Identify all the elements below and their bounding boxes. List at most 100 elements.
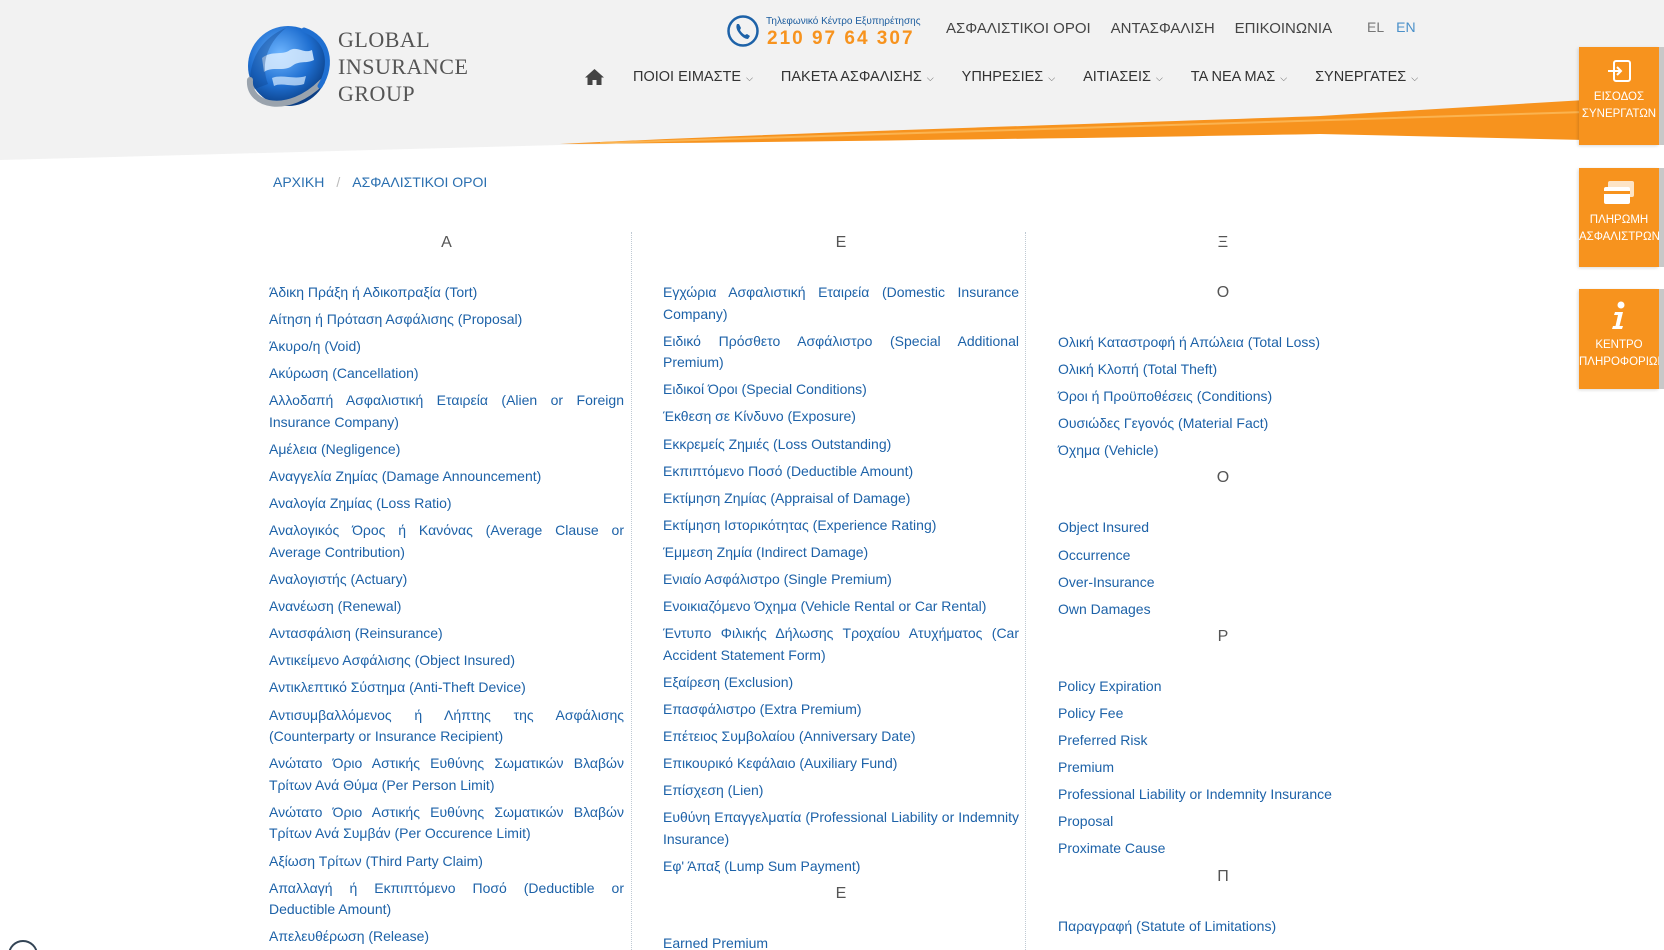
site-header: GLOBAL INSURANCE GROUP Τηλεφωνικό Κέντρο… — [0, 0, 1664, 165]
glossary-term-link[interactable]: Επέτειος Συμβολαίου (Anniversary Date) — [663, 726, 1019, 748]
glossary-term-link[interactable]: Αναλογιστής (Actuary) — [269, 569, 624, 591]
nav-label: ΤΑ ΝΕΑ ΜΑΣ — [1190, 69, 1276, 85]
nav-services[interactable]: ΥΠΗΡΕΣΙΕΣ ⌵ — [962, 69, 1055, 85]
glossary-term-link[interactable]: Premium — [1058, 757, 1388, 779]
nav-claims[interactable]: ΑΙΤΙΑΣΕΙΣ ⌵ — [1083, 69, 1163, 85]
glossary-term-link[interactable]: Ενιαίο Ασφάλιστρο (Single Premium) — [663, 569, 1019, 591]
nav-who-we-are[interactable]: ΠΟΙΟΙ ΕΙΜΑΣΤΕ ⌵ — [633, 69, 753, 85]
letter-heading: P — [1217, 627, 1229, 645]
glossary-term-link[interactable]: Όροι ή Προϋποθέσεις (Conditions) — [1058, 386, 1388, 408]
glossary-term-link[interactable]: Αναλογικός Όρος ή Κανόνας (Average Claus… — [269, 520, 624, 563]
glossary-term-link[interactable]: Αντικείμενο Ασφάλισης (Object Insured) — [269, 650, 624, 672]
glossary-term-link[interactable]: Occurrence — [1058, 545, 1388, 567]
home-icon[interactable] — [584, 68, 605, 86]
top-links: ΑΣΦΑΛΙΣΤΙΚΟΙ ΟΡΟΙ ΑΝΤΑΣΦΑΛΙΣΗ ΕΠΙΚΟΙΝΩΝΙ… — [946, 20, 1332, 37]
glossary-term-link[interactable]: Έμμεση Ζημία (Indirect Damage) — [663, 542, 1019, 564]
glossary-term-link[interactable]: Proximate Cause — [1058, 838, 1388, 860]
glossary-term-link[interactable]: Ανώτατο Όριο Αστικής Ευθύνης Σωματικών Β… — [269, 753, 624, 796]
glossary-term-link[interactable]: Ευθύνη Επαγγελματία (Professional Liabil… — [663, 807, 1019, 850]
top-link-reinsurance[interactable]: ΑΝΤΑΣΦΑΛΙΣΗ — [1111, 20, 1215, 37]
logo-line-3: GROUP — [338, 81, 416, 106]
breadcrumb-home[interactable]: ΑΡΧΙΚΗ — [273, 174, 324, 190]
chevron-down-icon: ⌵ — [1411, 72, 1419, 83]
partners-login-tab[interactable]: ΕΙΣΟΔΟΣ ΣΥΝΕΡΓΑΤΩΝ — [1579, 47, 1659, 145]
glossary-term-link[interactable]: Professional Liability or Indemnity Insu… — [1058, 784, 1388, 806]
glossary-term-link[interactable]: Earned Premium — [663, 933, 1019, 950]
nav-label: ΑΙΤΙΑΣΕΙΣ — [1083, 69, 1151, 85]
glossary-term-link[interactable]: Εκκρεμείς Ζημιές (Loss Outstanding) — [663, 434, 1019, 456]
glossary-term-link[interactable]: Αντισυμβαλλόμενος ή Λήπτης της Ασφάλισης… — [269, 705, 624, 748]
glossary-term-link[interactable]: Αντασφάλιση (Reinsurance) — [269, 623, 624, 645]
info-center-tab[interactable]: ΚΕΝΤΡΟ ΠΛΗΡΟΦΟΡΙΩΝ — [1579, 289, 1664, 389]
lang-el[interactable]: EL — [1367, 19, 1384, 35]
glossary-column-2: Ε Εγχώρια Ασφαλιστική Εταιρεία (Domestic … — [663, 228, 1019, 950]
glossary-term-link[interactable]: Ειδικό Πρόσθετο Ασφάλιστρο (Special Addi… — [663, 331, 1019, 374]
language-switcher: EL EN — [1367, 19, 1416, 35]
glossary-term-link[interactable]: Ολική Κλοπή (Total Theft) — [1058, 359, 1388, 381]
glossary-term-link[interactable]: Απελευθέρωση (Release) — [269, 926, 624, 948]
phone-number[interactable]: 210 97 64 307 — [767, 28, 915, 50]
credit-card-icon — [1579, 180, 1659, 206]
glossary-term-link[interactable]: Ειδικοί Όροι (Special Conditions) — [663, 379, 1019, 401]
glossary-term-link[interactable]: Αξίωση Τρίτων (Third Party Claim) — [269, 851, 624, 873]
side-tab-edge — [1659, 47, 1664, 145]
phone-contact[interactable]: Τηλεφωνικό Κέντρο Εξυπηρέτησης 210 97 64… — [726, 14, 921, 54]
glossary-term-link[interactable]: Ακύρωση (Cancellation) — [269, 363, 624, 385]
glossary-term-link[interactable]: Εγχώρια Ασφαλιστική Εταιρεία (Domestic I… — [663, 282, 1019, 325]
nav-news[interactable]: ΤΑ ΝΕΑ ΜΑΣ ⌵ — [1191, 69, 1287, 85]
glossary-term-link[interactable]: Ουσιώδες Γεγονός (Material Fact) — [1058, 413, 1388, 435]
breadcrumb-current[interactable]: ΑΣΦΑΛΙΣΤΙΚΟΙ ΟΡΟΙ — [352, 174, 487, 190]
glossary-term-link[interactable]: Αλλοδαπή Ασφαλιστική Εταιρεία (Alien or … — [269, 390, 624, 433]
glossary-term-link[interactable]: Αντικλεπτικό Σύστημα (Anti-Theft Device) — [269, 677, 624, 699]
glossary-term-link[interactable]: Άκυρο/η (Void) — [269, 336, 624, 358]
glossary-term-link[interactable]: Επικουρικό Κεφάλαιο (Auxiliary Fund) — [663, 753, 1019, 775]
main-navigation: ΠΟΙΟΙ ΕΙΜΑΣΤΕ ⌵ ΠΑΚΕΤΑ ΑΣΦΑΛΙΣΗΣ ⌵ ΥΠΗΡΕΣΙ… — [584, 68, 1446, 86]
letter-heading: E — [835, 885, 847, 903]
glossary-term-link[interactable]: Object Insured — [1058, 517, 1388, 539]
glossary-term-link[interactable]: Εκτίμηση Ζημίας (Appraisal of Damage) — [663, 488, 1019, 510]
glossary-term-link[interactable]: Αναλογία Ζημίας (Loss Ratio) — [269, 493, 624, 515]
nav-label: ΣΥΝΕΡΓΑΤΕΣ — [1315, 69, 1407, 85]
glossary-term-link[interactable]: Ολική Καταστροφή ή Απώλεια (Total Loss) — [1058, 332, 1388, 354]
breadcrumb: ΑΡΧΙΚΗ / ΑΣΦΑΛΙΣΤΙΚΟΙ ΟΡΟΙ — [273, 174, 487, 190]
glossary-term-link[interactable]: Preferred Risk — [1058, 730, 1388, 752]
glossary-term-link[interactable]: Όχημα (Vehicle) — [1058, 440, 1388, 462]
glossary-term-link[interactable]: Ανανέωση (Renewal) — [269, 596, 624, 618]
glossary-term-link[interactable]: Policy Fee — [1058, 703, 1388, 725]
glossary-term-link[interactable]: Έντυπο Φιλικής Δήλωσης Τροχαίου Ατυχήματ… — [663, 623, 1019, 666]
lang-en[interactable]: EN — [1396, 19, 1415, 35]
glossary-term-link[interactable]: Εξαίρεση (Exclusion) — [663, 672, 1019, 694]
premium-payment-label: ΠΛΗΡΩΜΗ ΑΣΦΑΛΙΣΤΡΩΝ — [1579, 214, 1660, 243]
glossary-term-link[interactable]: Policy Expiration — [1058, 676, 1388, 698]
premium-payment-tab[interactable]: ΠΛΗΡΩΜΗ ΑΣΦΑΛΙΣΤΡΩΝ — [1579, 168, 1660, 267]
glossary-term-link[interactable]: Εκτίμηση Ιστορικότητας (Experience Ratin… — [663, 515, 1019, 537]
letter-heading: Ε — [835, 234, 847, 251]
letter-heading: Α — [441, 234, 452, 251]
info-center-label: ΚΕΝΤΡΟ ΠΛΗΡΟΦΟΡΙΩΝ — [1579, 339, 1664, 368]
glossary-term-link[interactable]: Έκθεση σε Κίνδυνο (Exposure) — [663, 406, 1019, 428]
glossary-term-link[interactable]: Άδικη Πράξη ή Αδικοπραξία (Tort) — [269, 282, 624, 304]
glossary-term-link[interactable]: Over-Insurance — [1058, 572, 1388, 594]
top-link-insurance-terms[interactable]: ΑΣΦΑΛΙΣΤΙΚΟΙ ΟΡΟΙ — [946, 20, 1091, 37]
glossary-term-link[interactable]: Επίσχεση (Lien) — [663, 780, 1019, 802]
glossary-term-link[interactable]: Αναγγελία Ζημίας (Damage Announcement) — [269, 466, 624, 488]
glossary-term-link[interactable]: Παραγραφή (Statute of Limitations) — [1058, 916, 1388, 938]
glossary-term-link[interactable]: Αμέλεια (Negligence) — [269, 439, 624, 461]
glossary-term-link[interactable]: Proposal — [1058, 811, 1388, 833]
glossary-term-link[interactable]: Αίτηση ή Πρόταση Ασφάλισης (Proposal) — [269, 309, 624, 331]
glossary-term-link[interactable]: Επασφάλιστρο (Extra Premium) — [663, 699, 1019, 721]
site-logo[interactable]: GLOBAL INSURANCE GROUP — [242, 20, 482, 112]
glossary-term-link[interactable]: Εφ' Άπαξ (Lump Sum Payment) — [663, 856, 1019, 878]
nav-label: ΥΠΗΡΕΣΙΕΣ — [961, 69, 1044, 85]
nav-label: ΠΑΚΕΤΑ ΑΣΦΑΛΙΣΗΣ — [780, 69, 922, 85]
glossary-term-link[interactable]: Εκπιπτόμενο Ποσό (Deductible Amount) — [663, 461, 1019, 483]
partners-login-label: ΕΙΣΟΔΟΣ ΣΥΝΕΡΓΑΤΩΝ — [1581, 91, 1657, 120]
glossary-term-link[interactable]: Own Damages — [1058, 599, 1388, 621]
accessibility-icon[interactable] — [8, 940, 38, 950]
glossary-term-link[interactable]: Απαλλαγή ή Εκπιπτόμενο Ποσό (Deductible … — [269, 878, 624, 921]
nav-insurance-packages[interactable]: ΠΑΚΕΤΑ ΑΣΦΑΛΙΣΗΣ ⌵ — [781, 69, 934, 85]
top-link-contact[interactable]: ΕΠΙΚΟΙΝΩΝΙΑ — [1235, 20, 1332, 37]
glossary-term-link[interactable]: Ενοικιαζόμενο Όχημα (Vehicle Rental or C… — [663, 596, 1019, 618]
glossary-term-link[interactable]: Ανώτατο Όριο Αστικής Ευθύνης Σωματικών Β… — [269, 802, 624, 845]
nav-partners[interactable]: ΣΥΝΕΡΓΑΤΕΣ ⌵ — [1315, 69, 1418, 85]
